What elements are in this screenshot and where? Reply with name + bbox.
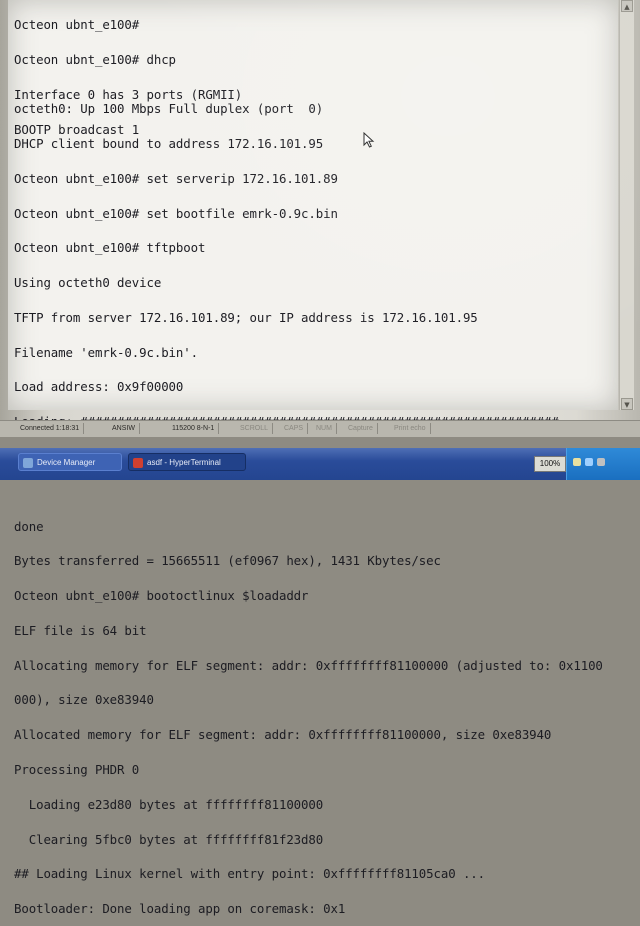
terminal-line: Octeon ubnt_e100# set bootfile emrk-0.9c…	[14, 205, 338, 221]
terminal-output: octeth0: Up 100 Mbps Full duplex (port 0…	[14, 80, 614, 926]
scroll-down-icon[interactable]: ▼	[621, 398, 633, 410]
hyperterminal-icon	[133, 458, 143, 468]
scroll-status: SCROLL	[236, 423, 274, 434]
system-tray	[566, 448, 640, 480]
status-bar: Connected 1:18:31 ANSIW 115200 8-N-1 SCR…	[0, 420, 640, 437]
taskbar-button-device-manager[interactable]: Device Manager	[18, 453, 122, 471]
terminal-line: TFTP from server 172.16.101.89; our IP a…	[14, 309, 478, 325]
connection-status: Connected 1:18:31	[16, 423, 85, 434]
terminal-line: Octeon ubnt_e100# tftpboot	[14, 240, 206, 256]
terminal-line: Loading e23d80 bytes at ffffffff81100000	[14, 796, 324, 812]
terminal-line: Filename 'emrk-0.9c.bin'.	[14, 344, 198, 360]
vertical-scrollbar[interactable]: ▲ ▼	[619, 0, 634, 410]
terminal-line: Allocating memory for ELF segment: addr:…	[14, 657, 603, 673]
terminal-line: Processing PHDR 0	[14, 762, 140, 778]
terminal-line: Octeon ubnt_e100# bootoctlinux $loadaddr	[14, 588, 309, 604]
terminal-line: DHCP client bound to address 172.16.101.…	[14, 135, 324, 151]
scroll-up-icon[interactable]: ▲	[621, 0, 633, 12]
terminal-line: Bootloader: Done loading app on coremask…	[14, 901, 346, 917]
terminal-line: octeth0: Up 100 Mbps Full duplex (port 0…	[14, 101, 324, 117]
tray-icon[interactable]	[597, 458, 605, 466]
port-settings-status: 115200 8-N-1	[168, 423, 220, 434]
print-echo-status: Print echo	[390, 423, 431, 434]
terminal-line: ELF file is 64 bit	[14, 622, 147, 638]
num-status: NUM	[312, 423, 337, 434]
tray-icon[interactable]	[573, 458, 581, 466]
terminal-line: Octeon ubnt_e100# dhcp	[14, 51, 176, 67]
taskbar-button-label: Device Manager	[37, 458, 96, 467]
terminal-line: ## Loading Linux kernel with entry point…	[14, 866, 486, 882]
taskbar-button-hyperterminal[interactable]: asdf - HyperTerminal	[128, 453, 246, 471]
terminal-line: Using octeth0 device	[14, 275, 162, 291]
terminal-line: Octeon ubnt_e100# set serverip 172.16.10…	[14, 170, 338, 186]
emulation-status: ANSIW	[108, 423, 140, 434]
terminal-line: done	[14, 518, 44, 534]
taskbar-button-label: asdf - HyperTerminal	[147, 458, 221, 467]
mouse-pointer-icon	[363, 132, 375, 148]
capture-status: Capture	[344, 423, 378, 434]
terminal-line: Allocated memory for ELF segment: addr: …	[14, 727, 552, 743]
terminal-line: Octeon ubnt_e100#	[14, 17, 140, 33]
zoom-level[interactable]: 100%	[534, 456, 566, 472]
caps-status: CAPS	[280, 423, 309, 434]
terminal-line: 000), size 0xe83940	[14, 692, 154, 708]
tray-icon[interactable]	[585, 458, 593, 466]
terminal-line: Load address: 0x9f00000	[14, 379, 184, 395]
device-manager-icon	[23, 458, 33, 468]
terminal-line: Bytes transferred = 15665511 (ef0967 hex…	[14, 553, 441, 569]
terminal-line: Clearing 5fbc0 bytes at ffffffff81f23d80	[14, 831, 324, 847]
